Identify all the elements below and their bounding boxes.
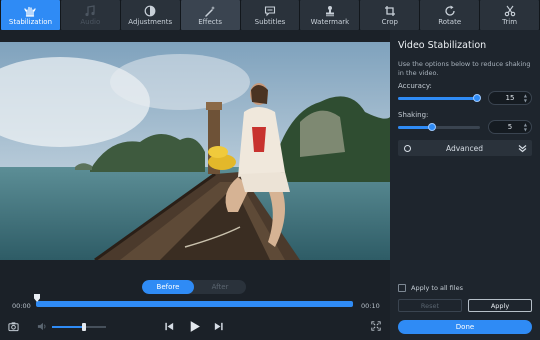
hand-stabilization-icon (24, 5, 37, 17)
scissors-icon (504, 5, 516, 17)
tool-label: Crop (381, 17, 398, 26)
stabilization-panel: Video Stabilization Use the options belo… (390, 30, 540, 340)
volume-speaker-icon[interactable] (36, 320, 48, 332)
advanced-label: Advanced (445, 143, 484, 153)
apply-to-all-option[interactable]: Apply to all files (398, 284, 463, 292)
tool-adjustments[interactable]: Adjustments (120, 0, 180, 30)
shaking-slider[interactable] (398, 122, 480, 131)
tool-stabilization[interactable]: Stabilization (1, 0, 60, 30)
rotate-icon (444, 5, 456, 17)
fullscreen-icon[interactable] (370, 320, 382, 332)
video-frame-image (0, 42, 390, 260)
total-time: 00:10 (361, 302, 380, 310)
accuracy-slider[interactable] (398, 93, 481, 102)
tool-subtitles[interactable]: Subtitles (240, 0, 300, 30)
stamp-icon (324, 5, 336, 17)
volume-slider[interactable] (52, 323, 106, 331)
timeline-bar[interactable] (36, 301, 353, 307)
tool-label: Watermark (310, 17, 350, 26)
shaking-slider-fill (398, 125, 433, 129)
tool-effects[interactable]: Effects (180, 0, 240, 30)
tool-label: Rotate (438, 17, 462, 26)
done-button[interactable]: Done (398, 320, 532, 334)
music-note-icon (84, 4, 96, 17)
double-chevron-down-icon (518, 144, 527, 152)
volume-slider-fill (52, 326, 85, 328)
accuracy-stepper[interactable]: 15 ▲ ▼ (488, 91, 532, 105)
next-frame-icon[interactable] (211, 319, 225, 333)
panel-buttons: Reset Apply (398, 299, 532, 312)
apply-to-all-checkbox[interactable] (398, 284, 406, 292)
apply-to-all-label: Apply to all files (411, 284, 463, 292)
tool-label: Subtitles (254, 17, 286, 26)
video-preview[interactable] (0, 42, 390, 260)
previous-frame-icon[interactable] (162, 319, 176, 333)
panel-description: Use the options below to reduce shaking … (398, 60, 531, 77)
advanced-toggle[interactable]: Advanced (398, 140, 532, 156)
tool-crop[interactable]: Crop (360, 0, 420, 30)
shaking-control: 5 ▲ ▼ (398, 120, 532, 134)
tool-label: Effects (198, 17, 223, 26)
radio-circle-icon (404, 144, 411, 152)
shaking-slider-handle[interactable] (428, 122, 437, 131)
speech-bubble-icon (264, 5, 276, 17)
tool-label: Stabilization (8, 17, 53, 26)
tool-audio[interactable]: Audio (60, 0, 120, 30)
after-option[interactable]: After (194, 280, 246, 294)
accuracy-control: 15 ▲ ▼ (398, 91, 532, 105)
contrast-circle-icon (144, 5, 156, 17)
tool-watermark[interactable]: Watermark (300, 0, 360, 30)
reset-button[interactable]: Reset (398, 299, 462, 312)
tool-label: Audio (80, 17, 101, 26)
accuracy-label: Accuracy: (398, 82, 432, 90)
shaking-stepper[interactable]: 5 ▲ ▼ (488, 120, 532, 134)
stepper-arrows-icon[interactable]: ▲ ▼ (524, 122, 527, 132)
shaking-label: Shaking: (398, 111, 429, 119)
accuracy-slider-fill (398, 96, 477, 100)
play-icon[interactable] (186, 318, 202, 334)
magic-wand-icon (204, 5, 216, 17)
shaking-value: 5 (507, 123, 513, 131)
before-after-toggle[interactable]: Before After (142, 280, 246, 294)
apply-button[interactable]: Apply (468, 299, 532, 312)
tool-trim[interactable]: Trim (480, 0, 540, 30)
tool-label: Adjustments (128, 17, 173, 26)
accuracy-value: 15 (505, 94, 515, 102)
stepper-arrows-icon[interactable]: ▲ ▼ (524, 93, 527, 103)
accuracy-slider-handle[interactable] (472, 93, 481, 102)
panel-title: Video Stabilization (398, 40, 487, 51)
current-time: 00:00 (12, 302, 31, 310)
snapshot-camera-icon[interactable] (7, 320, 19, 332)
volume-slider-handle[interactable] (82, 323, 87, 331)
before-option[interactable]: Before (142, 280, 194, 294)
editor-toolbar: Stabilization Audio Adjustments Effects … (0, 0, 540, 30)
crop-icon (384, 5, 396, 17)
tool-label: Trim (502, 17, 518, 26)
tool-rotate[interactable]: Rotate (420, 0, 480, 30)
